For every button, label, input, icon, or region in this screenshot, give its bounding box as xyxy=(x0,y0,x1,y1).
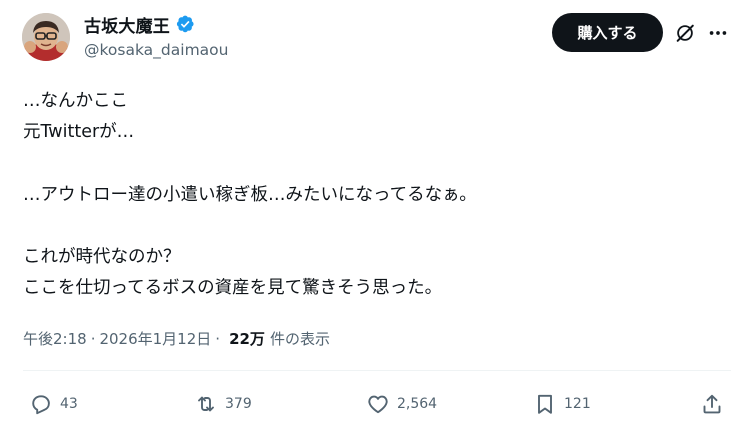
buy-button[interactable]: 購入する xyxy=(552,13,663,52)
share-icon xyxy=(703,394,721,414)
like-button[interactable]: 2,564 xyxy=(366,391,437,417)
reply-count: 43 xyxy=(60,396,78,412)
more-dots-icon[interactable] xyxy=(707,22,729,44)
tweet-time[interactable]: 午後2:18 xyxy=(23,328,87,349)
author-name[interactable]: 古坂大魔王 xyxy=(84,12,170,37)
reply-icon xyxy=(32,395,50,415)
meta-separator: · xyxy=(90,329,96,348)
repost-button[interactable]: 379 xyxy=(194,391,252,417)
repost-count: 379 xyxy=(225,396,252,412)
bookmark-count: 121 xyxy=(564,396,591,412)
reply-button[interactable]: 43 xyxy=(29,391,78,417)
author-block: 古坂大魔王 @kosaka_daimaou xyxy=(84,12,228,59)
heart-icon xyxy=(368,395,388,414)
bookmark-button[interactable]: 121 xyxy=(533,391,591,417)
like-count: 2,564 xyxy=(397,396,438,412)
views-count: 22万 xyxy=(229,330,265,348)
avatar-image xyxy=(22,13,70,61)
tweet-meta: 午後2:18 · 2026年1月12日 · 22万 件の表示 xyxy=(23,328,330,349)
divider xyxy=(23,370,731,371)
bookmark-icon xyxy=(538,394,552,414)
tweet-card: 古坂大魔王 @kosaka_daimaou 購入する …なんかここ 元Twitt… xyxy=(0,0,755,434)
tweet-text: …なんかここ 元Twitterが… …アウトロー達の小遣い稼ぎ板…みたいになって… xyxy=(23,91,477,299)
views-label: 件の表示 xyxy=(269,330,330,348)
meta-separator-2: · xyxy=(215,329,221,348)
repost-icon xyxy=(198,396,214,412)
share-button[interactable] xyxy=(700,391,724,417)
tweet-date[interactable]: 2026年1月12日 xyxy=(99,328,211,349)
author-handle[interactable]: @kosaka_daimaou xyxy=(84,41,228,59)
grok-slash-icon[interactable] xyxy=(674,22,696,44)
avatar[interactable] xyxy=(22,13,70,61)
verified-badge-icon xyxy=(176,15,194,33)
